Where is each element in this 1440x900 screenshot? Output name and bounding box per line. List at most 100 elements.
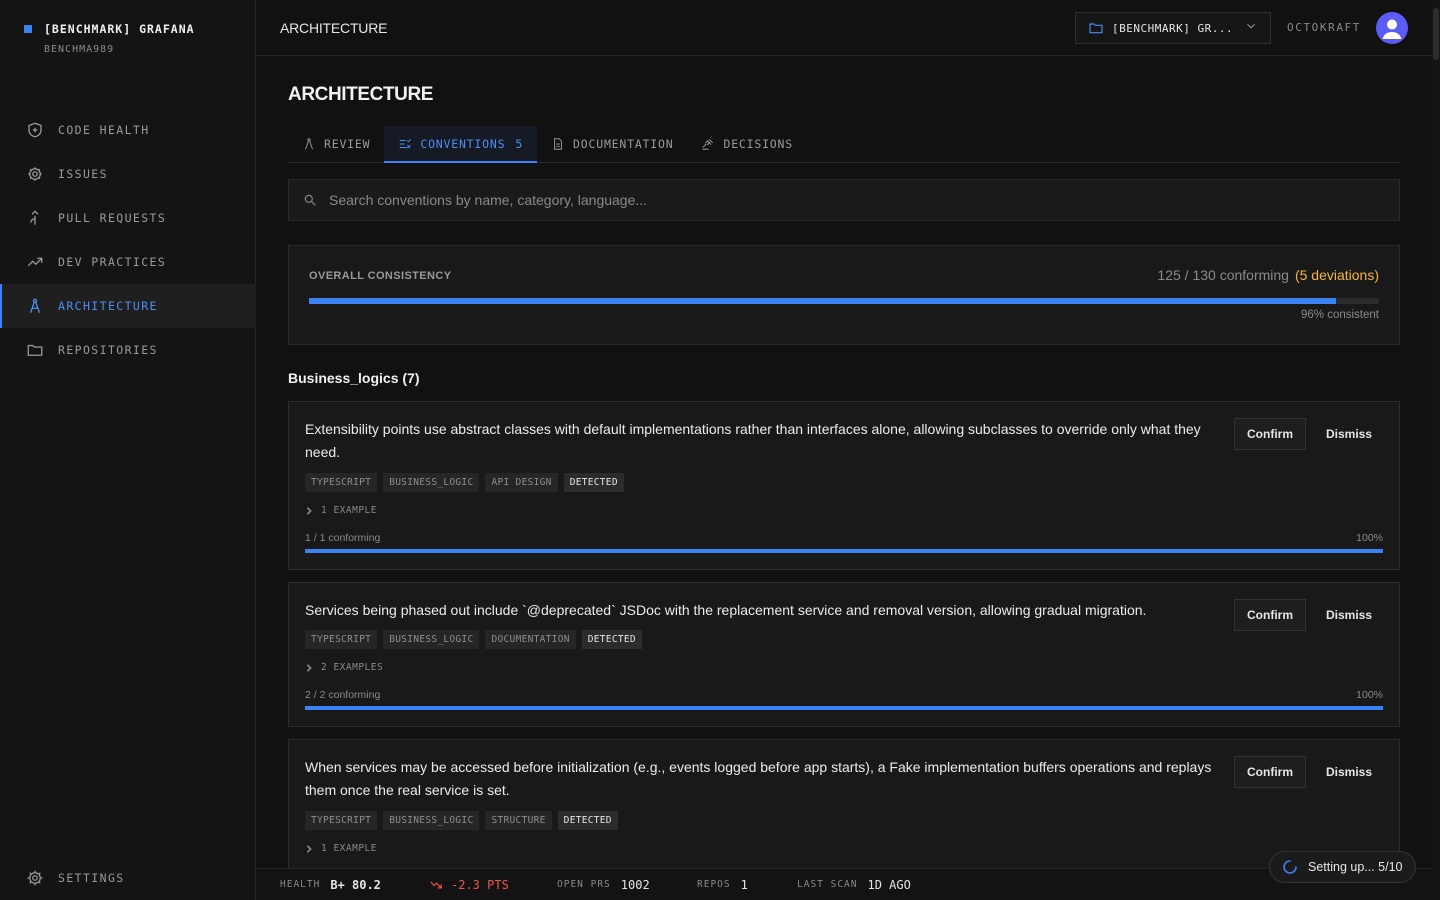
tab-documentation[interactable]: DOCUMENTATION bbox=[537, 126, 687, 162]
tab-label: DECISIONS bbox=[723, 137, 793, 151]
tag-category: BUSINESS_LOGIC bbox=[383, 473, 480, 492]
tab-label: REVIEW bbox=[324, 137, 371, 151]
sidebar-item-pull-requests[interactable]: PULL REQUESTS bbox=[0, 196, 256, 240]
sidebar-item-settings[interactable]: SETTINGS bbox=[0, 856, 256, 900]
overall-consistency-label: OVERALL CONSISTENCY bbox=[309, 270, 452, 282]
last-scan-value: 1D AGO bbox=[867, 877, 911, 892]
user-icon bbox=[1382, 19, 1402, 39]
repos-label: REPOS bbox=[697, 879, 731, 890]
page-scrollbar[interactable] bbox=[1432, 0, 1440, 900]
repo-selector[interactable]: [BENCHMARK] GR... bbox=[1075, 12, 1271, 44]
health-stat: HEALTH B+ 80.2 bbox=[280, 878, 381, 892]
conformance-fill bbox=[305, 549, 1383, 553]
tag-category: BUSINESS_LOGIC bbox=[383, 630, 480, 649]
tag-category: BUSINESS_LOGIC bbox=[383, 811, 480, 830]
merge-icon bbox=[29, 210, 39, 225]
page-title: ARCHITECTURE bbox=[288, 84, 434, 105]
conforming-text: 2 / 2 conforming bbox=[305, 689, 381, 701]
app-window: [BENCHMARK] GRAFANA BENCHMA989 CODE HEAL… bbox=[0, 0, 1440, 900]
tab-conventions[interactable]: CONVENTIONS 5 bbox=[384, 126, 538, 163]
sidebar-item-label: PULL REQUESTS bbox=[58, 211, 167, 225]
search-input[interactable] bbox=[329, 192, 1329, 208]
confirm-button[interactable]: Confirm bbox=[1234, 599, 1306, 631]
sidebar-item-dev-practices[interactable]: DEV PRACTICES bbox=[0, 240, 256, 284]
overall-progress-bar bbox=[309, 298, 1379, 304]
conformance-bar bbox=[305, 549, 1383, 553]
conformance-fill bbox=[305, 706, 1383, 710]
examples-label: 2 EXAMPLES bbox=[321, 662, 384, 673]
tab-review[interactable]: REVIEW bbox=[288, 126, 384, 162]
gavel-icon bbox=[702, 139, 714, 150]
examples-toggle[interactable]: 1 EXAMPLE bbox=[305, 843, 377, 854]
examples-toggle[interactable]: 2 EXAMPLES bbox=[305, 662, 383, 673]
conforming-percent: 100% bbox=[1356, 532, 1383, 544]
convention-card: Extensibility points use abstract classe… bbox=[288, 401, 1400, 570]
confirm-button[interactable]: Confirm bbox=[1234, 418, 1306, 450]
dismiss-button[interactable]: Dismiss bbox=[1314, 756, 1384, 788]
tab-label: DOCUMENTATION bbox=[573, 137, 674, 151]
convention-description: Services being phased out include `@depr… bbox=[305, 602, 1147, 618]
dismiss-button[interactable]: Dismiss bbox=[1314, 599, 1384, 631]
brand-logo-icon bbox=[24, 25, 32, 33]
examples-label: 1 EXAMPLE bbox=[321, 505, 377, 516]
chevron-down-icon bbox=[1244, 19, 1258, 38]
folder-icon bbox=[27, 344, 43, 356]
health-delta: -2.3 PTS bbox=[429, 878, 509, 892]
sidebar-item-label: ISSUES bbox=[58, 167, 108, 181]
setup-progress-text: Setting up... 5/10 bbox=[1308, 860, 1403, 874]
sidebar: [BENCHMARK] GRAFANA BENCHMA989 CODE HEAL… bbox=[0, 0, 256, 900]
repo-selector-label: [BENCHMARK] GR... bbox=[1112, 21, 1234, 35]
conforming-percent: 100% bbox=[1356, 689, 1383, 701]
setup-progress-toast[interactable]: Setting up... 5/10 bbox=[1269, 851, 1416, 883]
bug-icon bbox=[28, 167, 42, 181]
tab-decisions[interactable]: DECISIONS bbox=[687, 126, 807, 162]
overall-progress-fill bbox=[309, 298, 1337, 304]
dismiss-button[interactable]: Dismiss bbox=[1314, 418, 1384, 450]
examples-toggle[interactable]: 1 EXAMPLE bbox=[305, 505, 377, 516]
overall-consistency-panel: OVERALL CONSISTENCY 125 / 130 conforming… bbox=[288, 245, 1400, 345]
conforming-text: 1 / 1 conforming bbox=[305, 532, 381, 544]
compass-icon bbox=[29, 298, 41, 313]
sidebar-item-label: ARCHITECTURE bbox=[58, 299, 158, 313]
search-bar[interactable] bbox=[288, 179, 1400, 221]
user-avatar[interactable] bbox=[1376, 12, 1408, 44]
status-badge: DETECTED bbox=[581, 630, 642, 649]
scrollbar-thumb[interactable] bbox=[1433, 8, 1439, 60]
status-badge: DETECTED bbox=[563, 473, 624, 492]
deviations-count[interactable]: (5 deviations) bbox=[1295, 267, 1379, 283]
sidebar-item-issues[interactable]: ISSUES bbox=[0, 152, 256, 196]
tag-list: TYPESCRIPT BUSINESS_LOGIC DOCUMENTATION … bbox=[305, 630, 642, 649]
confirm-button[interactable]: Confirm bbox=[1234, 756, 1306, 788]
tag-topic: API DESIGN bbox=[485, 473, 558, 492]
brand[interactable]: [BENCHMARK] GRAFANA BENCHMA989 bbox=[24, 22, 195, 55]
tab-count-badge: 5 bbox=[515, 136, 524, 151]
spinner-icon bbox=[1283, 860, 1297, 874]
tab-label: CONVENTIONS bbox=[420, 136, 506, 151]
last-scan-label: LAST SCAN bbox=[797, 879, 858, 890]
conforming-count: 125 / 130 conforming bbox=[1157, 267, 1289, 283]
status-bar: HEALTH B+ 80.2 -2.3 PTS OPEN PRS 1002 RE… bbox=[256, 868, 1432, 900]
health-delta-value: -2.3 PTS bbox=[451, 877, 509, 892]
search-icon bbox=[304, 194, 316, 206]
overall-consistency-stats: 125 / 130 conforming (5 deviations) bbox=[1157, 267, 1379, 283]
section-title: Business_logics (7) bbox=[288, 370, 420, 386]
chevron-right-icon bbox=[306, 844, 312, 853]
tag-list: TYPESCRIPT BUSINESS_LOGIC API DESIGN DET… bbox=[305, 473, 624, 492]
chevron-right-icon bbox=[306, 506, 312, 515]
health-label: HEALTH bbox=[280, 879, 321, 890]
shield-icon bbox=[28, 122, 42, 138]
sidebar-item-repositories[interactable]: REPOSITORIES bbox=[0, 328, 256, 372]
topbar: ARCHITECTURE [BENCHMARK] GR... OCTOKRAFT bbox=[256, 0, 1432, 56]
conformance-bar bbox=[305, 706, 1383, 710]
sidebar-item-code-health[interactable]: CODE HEALTH bbox=[0, 108, 256, 152]
open-prs-stat: OPEN PRS 1002 bbox=[557, 878, 650, 892]
org-name[interactable]: OCTOKRAFT bbox=[1287, 21, 1361, 34]
convention-description: Extensibility points use abstract classe… bbox=[305, 421, 1201, 460]
sidebar-nav: CODE HEALTH ISSUES PULL REQUESTS DEV PRA… bbox=[0, 108, 256, 372]
topbar-title: ARCHITECTURE bbox=[280, 19, 388, 36]
conformance-row: 2 / 2 conforming 100% bbox=[305, 689, 1383, 701]
health-value: B+ 80.2 bbox=[330, 877, 381, 892]
tab-bar: REVIEW CONVENTIONS 5 DOCUMENTATION DECIS… bbox=[288, 126, 1400, 163]
sidebar-item-architecture[interactable]: ARCHITECTURE bbox=[0, 284, 256, 328]
tag-language: TYPESCRIPT bbox=[305, 630, 378, 649]
